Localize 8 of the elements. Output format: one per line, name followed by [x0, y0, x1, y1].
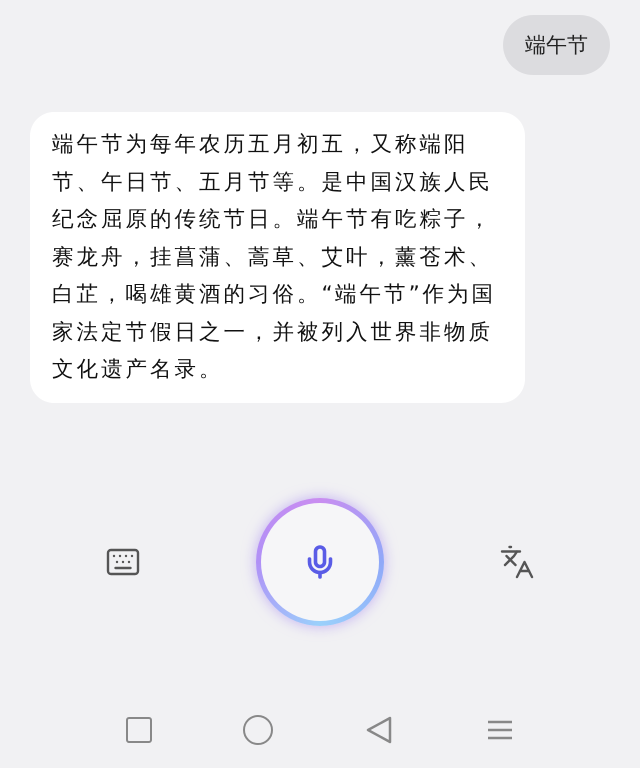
- assistant-message: 端午节为每年农历五月初五，又称端阳节、午日节、五月节等。是中国汉族人民纪念屈原的传统节日。端午节有吃粽子，赛龙舟，挂菖蒲、蒿草、艾叶，薰苍术、白芷，喝雄黄酒的习俗。“端午节”作为国家法定节假日之一，并被列入世界非物质文化遗产名录。: [30, 112, 525, 402]
- translate-icon: [499, 544, 535, 580]
- recent-apps-button[interactable]: [126, 717, 152, 743]
- back-button[interactable]: [364, 715, 394, 745]
- menu-icon: [486, 719, 512, 741]
- user-message: 端午节: [503, 15, 610, 75]
- home-button[interactable]: [242, 715, 272, 745]
- back-icon: [366, 716, 392, 744]
